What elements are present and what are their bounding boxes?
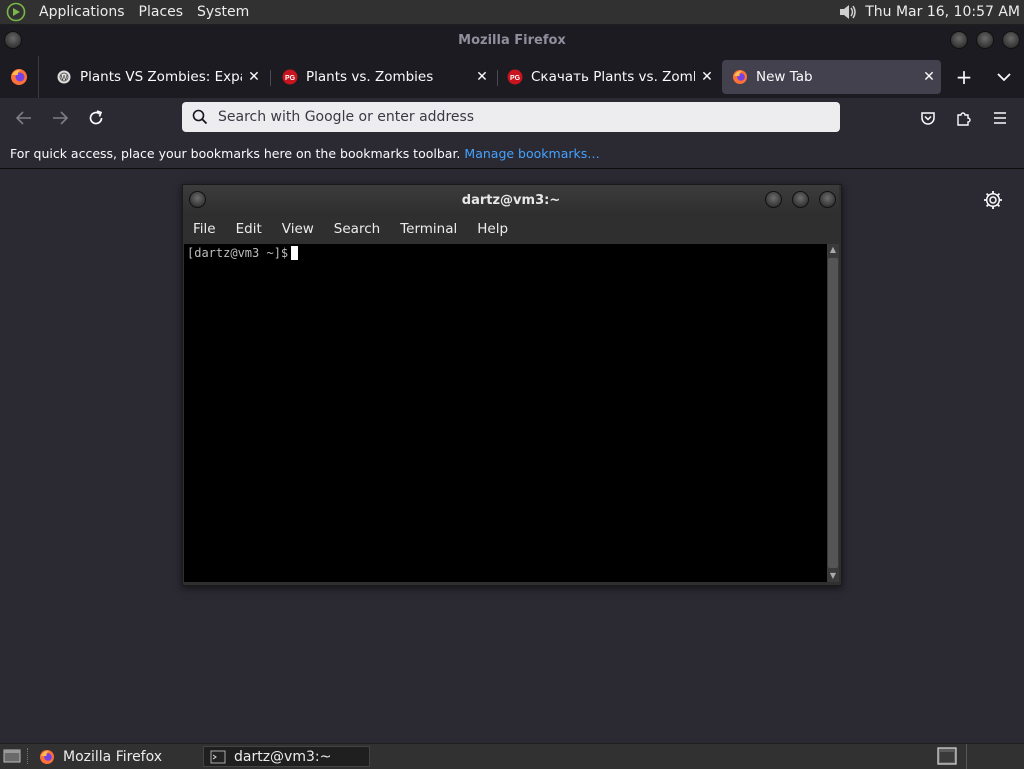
terminal-menu-search[interactable]: Search [324, 221, 390, 237]
taskbar-firefox[interactable]: Mozilla Firefox [33, 746, 201, 767]
workspace-separator [966, 744, 967, 769]
tab-label: Plants VS Zombies: Expande [80, 69, 242, 85]
tab-strip: W Plants VS Zombies: Expande ✕ PG Plants… [0, 56, 1024, 98]
close-window-button[interactable] [1002, 31, 1020, 49]
address-input[interactable] [216, 108, 820, 126]
firefox-icon [11, 69, 27, 85]
search-icon [192, 109, 208, 125]
terminal-cursor [291, 246, 299, 260]
terminal-menu-terminal[interactable]: Terminal [390, 221, 467, 237]
bottom-panel: Mozilla Firefox dartz@vm3:~ [0, 743, 1024, 769]
close-tab-icon[interactable]: ✕ [695, 69, 719, 85]
bookmarks-toolbar: For quick access, place your bookmarks h… [0, 138, 1024, 169]
window-menu-button[interactable] [4, 31, 22, 49]
terminal-minimize-button[interactable] [765, 191, 782, 208]
system-menu[interactable]: System [190, 4, 256, 20]
tab-label: Plants vs. Zombies [306, 69, 434, 85]
taskbar-terminal-label: dartz@vm3:~ [234, 748, 332, 765]
arrow-left-icon [15, 111, 31, 125]
tab-plants-vs-zombies[interactable]: PG Plants vs. Zombies ✕ [272, 60, 494, 94]
panel-handle[interactable] [27, 748, 32, 764]
navigation-toolbar [0, 98, 1024, 138]
hamburger-menu-icon [994, 112, 1006, 124]
new-tab-button[interactable]: + [949, 62, 979, 92]
pg-icon: PG [507, 69, 523, 85]
terminal-menubar: File Edit View Search Terminal Help [183, 215, 839, 243]
close-tab-icon[interactable]: ✕ [470, 69, 494, 85]
pocket-button[interactable] [914, 104, 942, 132]
puzzle-piece-icon [957, 112, 971, 126]
top-panel: Applications Places System Thu Mar 16, 1… [0, 0, 1024, 25]
app-menu-button[interactable] [986, 104, 1014, 132]
firefox-titlebar[interactable]: Mozilla Firefox [0, 25, 1024, 56]
minimize-button[interactable] [950, 31, 968, 49]
list-all-tabs-button[interactable] [989, 62, 1019, 92]
terminal-prompt: [dartz@vm3 ~]$ [187, 246, 289, 260]
window-title: Mozilla Firefox [458, 33, 566, 48]
terminal-close-button[interactable] [819, 191, 836, 208]
forward-button[interactable] [46, 104, 74, 132]
terminal-icon [210, 750, 226, 763]
terminal-menu-view[interactable]: View [272, 221, 324, 237]
close-tab-icon[interactable]: ✕ [917, 69, 941, 85]
terminal-window[interactable]: dartz@vm3:~ File Edit View Search Termin… [182, 184, 842, 586]
scroll-down-arrow-icon[interactable]: ▼ [828, 571, 838, 581]
terminal-menu-help[interactable]: Help [467, 221, 518, 237]
terminal-menu-edit[interactable]: Edit [226, 221, 272, 237]
firefox-icon [40, 749, 54, 764]
taskbar-terminal[interactable]: dartz@vm3:~ [203, 746, 370, 767]
gear-icon[interactable] [982, 189, 1004, 211]
terminal-prompt-line: [dartz@vm3 ~]$ [187, 246, 299, 260]
distro-logo-icon[interactable] [6, 2, 26, 22]
reload-button[interactable] [82, 104, 110, 132]
terminal-titlebar[interactable]: dartz@vm3:~ [183, 185, 839, 215]
pg-icon: PG [282, 69, 298, 85]
arrow-right-icon [53, 111, 69, 125]
terminal-menu-file[interactable]: File [183, 221, 226, 237]
svg-text:W: W [61, 75, 68, 82]
terminal-maximize-button[interactable] [792, 191, 809, 208]
volume-icon[interactable] [837, 2, 859, 22]
terminal-scrollbar[interactable]: ▲ ▼ [827, 244, 839, 582]
svg-text:PG: PG [285, 75, 296, 82]
terminal-screen[interactable]: [dartz@vm3 ~]$ [184, 244, 827, 582]
taskbar-firefox-label: Mozilla Firefox [63, 748, 163, 765]
terminal-window-menu-button[interactable] [189, 191, 206, 208]
maximize-button[interactable] [976, 31, 994, 49]
tab-new-tab[interactable]: New Tab ✕ [722, 60, 941, 94]
workspace-switcher-icon[interactable] [937, 747, 957, 765]
bookmarks-hint-text: For quick access, place your bookmarks h… [10, 145, 461, 161]
tab-label: Скачать Plants vs. Zombies [531, 69, 695, 85]
scroll-up-arrow-icon[interactable]: ▲ [828, 245, 838, 255]
applications-menu[interactable]: Applications [32, 4, 132, 20]
close-tab-icon[interactable]: ✕ [242, 69, 266, 85]
extensions-button[interactable] [950, 104, 978, 132]
reload-icon [89, 110, 103, 125]
chevron-down-icon [997, 73, 1011, 82]
tab-separator [270, 70, 271, 86]
url-bar[interactable] [182, 102, 840, 132]
terminal-title: dartz@vm3:~ [461, 192, 561, 208]
tab-plants-vs-zombies-expanded[interactable]: W Plants VS Zombies: Expande ✕ [46, 60, 266, 94]
clock[interactable]: Thu Mar 16, 10:57 AM [865, 4, 1020, 20]
tab-label: New Tab [756, 69, 813, 85]
places-menu[interactable]: Places [132, 4, 191, 20]
show-desktop-icon[interactable] [3, 748, 21, 764]
terminal-scroll-thumb[interactable] [828, 258, 838, 568]
manage-bookmarks-link[interactable]: Manage bookmarks… [464, 146, 599, 161]
firefox-icon [733, 70, 747, 84]
svg-text:PG: PG [510, 75, 521, 82]
pocket-icon [921, 112, 935, 125]
wiki-icon: W [57, 70, 71, 84]
firefox-view-button[interactable] [0, 56, 39, 98]
tab-skachat-plants-vs-zombies[interactable]: PG Скачать Plants vs. Zombies ✕ [497, 60, 719, 94]
back-button[interactable] [10, 104, 38, 132]
